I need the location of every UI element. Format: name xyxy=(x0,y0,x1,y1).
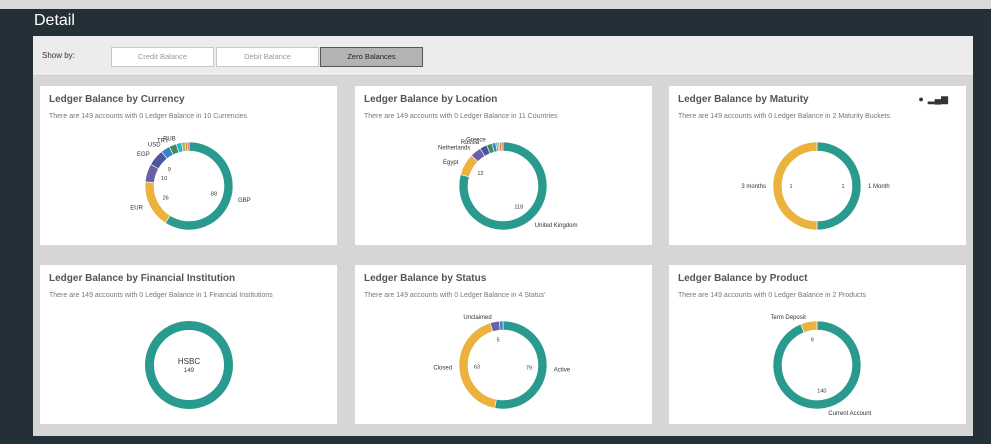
slice-slice[interactable] xyxy=(498,320,504,331)
slice-value-label: 118 xyxy=(514,205,523,211)
slice-slice[interactable] xyxy=(186,141,190,152)
detail-panel: Show by: Credit Balance Debit Balance Ze… xyxy=(33,36,973,436)
financial-institution-card: Ledger Balance by Financial Institution … xyxy=(40,265,337,424)
slice-category-label: Egypt xyxy=(443,160,459,166)
maturity-card: Ledger Balance by Maturity There are 149… xyxy=(669,86,966,245)
location-card: Ledger Balance by Location There are 149… xyxy=(355,86,652,245)
slice-value-label: 1 xyxy=(841,184,844,190)
currency-donut-chart: 88GBP26EUR109EGPUSDTRYRUB xyxy=(130,136,251,231)
page-title: Detail xyxy=(34,12,75,29)
slice-value-label: 140 xyxy=(817,389,826,395)
slice-gbp[interactable] xyxy=(164,141,234,231)
slice-category-label: Closed xyxy=(433,366,452,372)
slice-3-months[interactable] xyxy=(772,141,818,231)
debit-balance-toggle[interactable]: Debit Balance xyxy=(216,47,319,67)
product-donut-chart: 140 Current Account 9 Term Deposit xyxy=(770,315,871,417)
slice-category-label: Greece xyxy=(466,137,486,143)
slice-1-month[interactable] xyxy=(816,141,862,231)
slice-current-account[interactable] xyxy=(772,320,862,410)
status-donut-chart: 79 Active 63 Closed 5 Unclaimed xyxy=(433,315,571,410)
location-donut-chart: 118United Kingdom12EgyptNetherlandsRussi… xyxy=(438,137,578,231)
slice-category-label: EUR xyxy=(130,205,143,211)
slice-category-label: United Kingdom xyxy=(535,223,578,229)
slice-category-label: 3 months xyxy=(741,184,766,190)
slice-category-label: Netherlands xyxy=(438,146,470,152)
maturity-donut-chart: 1 1 Month 1 3 months xyxy=(741,141,890,231)
currency-card: Ledger Balance by Currency There are 149… xyxy=(40,86,337,245)
slice-value-label: 88 xyxy=(211,191,217,197)
status-card: Ledger Balance by Status There are 149 a… xyxy=(355,265,652,424)
center-value: 149 xyxy=(184,368,195,374)
slice-term-deposit[interactable] xyxy=(800,320,818,333)
center-label: HSBC xyxy=(178,357,200,366)
slice-category-label: RUB xyxy=(163,136,176,142)
show-by-label: Show by: xyxy=(42,51,75,60)
slice-value-label: 26 xyxy=(163,195,169,201)
slice-value-label: 1 xyxy=(789,184,792,190)
slice-category-label: Unclaimed xyxy=(463,315,491,321)
slice-category-label: EGP xyxy=(137,152,150,158)
slice-category-label: GBP xyxy=(238,198,251,204)
slice-slice[interactable] xyxy=(500,141,504,152)
slice-category-label: Term Deposit xyxy=(770,315,806,321)
slice-category-label: Current Account xyxy=(828,411,871,417)
slice-value-label: 63 xyxy=(474,364,480,370)
credit-balance-toggle[interactable]: Credit Balance xyxy=(111,47,214,67)
show-by-toolbar: Show by: Credit Balance Debit Balance Ze… xyxy=(33,36,973,76)
slice-value-label: 12 xyxy=(477,171,483,177)
top-strip xyxy=(0,0,991,9)
slice-value-label: 9 xyxy=(168,167,171,173)
zero-balances-toggle[interactable]: Zero Balances xyxy=(320,47,423,67)
product-card: Ledger Balance by Product There are 149 … xyxy=(669,265,966,424)
slice-value-label: 9 xyxy=(811,337,814,343)
slice-category-label: Active xyxy=(554,368,571,374)
slice-active[interactable] xyxy=(494,320,548,410)
slice-value-label: 5 xyxy=(497,337,500,343)
slice-category-label: 1 Month xyxy=(868,184,890,190)
slice-value-label: 10 xyxy=(161,176,167,182)
slice-value-label: 79 xyxy=(526,365,532,371)
financial-institution-donut-chart: HSBC 149 xyxy=(145,321,233,409)
slice-eur[interactable] xyxy=(144,181,171,224)
